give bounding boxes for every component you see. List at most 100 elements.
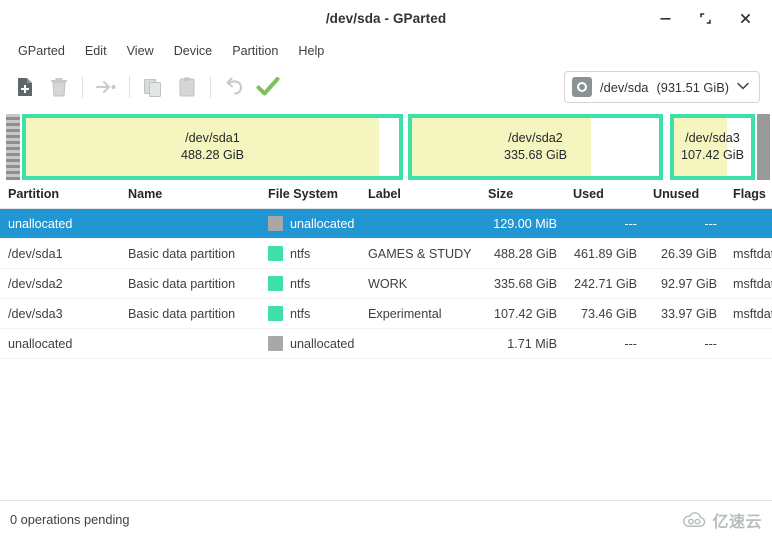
- resize-move-button[interactable]: [89, 70, 123, 104]
- cell-size: 107.42 GiB: [480, 298, 565, 329]
- partition-label-name: /dev/sda2: [508, 131, 563, 145]
- partition-label-size: 488.28 GiB: [180, 148, 244, 162]
- column-header-size[interactable]: Size: [480, 182, 565, 209]
- cell-name: Basic data partition: [120, 268, 260, 299]
- table-row[interactable]: unallocated unallocated 129.00 MiB --- ---: [0, 208, 772, 239]
- new-partition-button[interactable]: [8, 70, 42, 104]
- menu-help[interactable]: Help: [288, 41, 334, 61]
- cell-unused: ---: [645, 328, 725, 359]
- partition-label: /dev/sda1 488.28 GiB: [181, 130, 244, 164]
- device-size: (931.51 GiB): [656, 79, 729, 95]
- cell-used: 461.89 GiB: [565, 238, 645, 269]
- table-row[interactable]: /dev/sda2 Basic data partition ntfs WORK 335…: [0, 268, 772, 299]
- filesystem-cell: ntfs: [268, 276, 352, 291]
- unallocated-right[interactable]: [757, 114, 770, 180]
- partition-table-container: Partition Name File System Label Size Used Unu…: [0, 182, 772, 500]
- paste-button[interactable]: [170, 70, 204, 104]
- filesystem-name: ntfs: [290, 306, 311, 321]
- cell-label: [360, 208, 480, 239]
- menu-edit[interactable]: Edit: [75, 41, 117, 61]
- cell-unused: 26.39 GiB: [645, 238, 725, 269]
- table-row[interactable]: /dev/sda3 Basic data partition ntfs Experim…: [0, 298, 772, 329]
- partition-table: Partition Name File System Label Size Used Unu…: [0, 182, 772, 359]
- new-document-icon: [18, 78, 32, 96]
- cell-used: ---: [565, 208, 645, 239]
- partition-sda3[interactable]: /dev/sda3 107.42 GiB: [670, 114, 755, 180]
- minimize-icon[interactable]: [654, 8, 676, 30]
- filesystem-name: ntfs: [290, 276, 311, 291]
- cell-size: 1.71 MiB: [480, 328, 565, 359]
- filesystem-name: unallocated: [290, 216, 355, 231]
- toolbar-separator-2: [129, 76, 130, 98]
- cell-label: [360, 328, 480, 359]
- filesystem-name: unallocated: [290, 336, 355, 351]
- toolbar-separator-3: [210, 76, 211, 98]
- filesystem-name: ntfs: [290, 246, 311, 261]
- cell-flags: msftdata: [725, 238, 772, 269]
- column-header-partition[interactable]: Partition: [0, 182, 120, 209]
- cell-label: WORK: [360, 268, 480, 299]
- table-body: unallocated unallocated 129.00 MiB --- ---/d…: [0, 208, 772, 359]
- filesystem-cell: unallocated: [268, 336, 355, 351]
- watermark: 亿速云: [681, 508, 762, 532]
- column-header-unused[interactable]: Unused: [645, 182, 725, 209]
- menu-bar: GParted Edit View Device Partition Help: [0, 38, 772, 64]
- filesystem-color-swatch: [268, 246, 283, 261]
- watermark-text: 亿速云: [712, 514, 762, 531]
- cell-size: 488.28 GiB: [480, 238, 565, 269]
- filesystem-cell: unallocated: [268, 216, 355, 231]
- table-row[interactable]: /dev/sda1 Basic data partition ntfs GAMES &…: [0, 238, 772, 269]
- table-row[interactable]: unallocated unallocated 1.71 MiB --- ---: [0, 328, 772, 359]
- window-controls: [654, 8, 772, 30]
- column-header-flags[interactable]: Flags: [725, 182, 772, 209]
- cell-used: 73.46 GiB: [565, 298, 645, 329]
- cell-partition: unallocated: [0, 328, 120, 359]
- cell-size: 129.00 MiB: [480, 208, 565, 239]
- cell-unused: ---: [645, 208, 725, 239]
- paste-icon: [179, 77, 195, 97]
- undo-arrow-icon: [226, 77, 243, 95]
- menu-device[interactable]: Device: [164, 41, 223, 61]
- cell-name: Basic data partition: [120, 298, 260, 329]
- cell-name: Basic data partition: [120, 238, 260, 269]
- device-selector[interactable]: /dev/sda (931.51 GiB): [564, 71, 760, 103]
- filesystem-color-swatch: [268, 336, 283, 351]
- menu-gparted[interactable]: GParted: [8, 41, 75, 61]
- toolbar: /dev/sda (931.51 GiB): [0, 64, 772, 110]
- maximize-icon[interactable]: [694, 8, 716, 30]
- cell-flags: [725, 328, 772, 359]
- cell-used: ---: [565, 328, 645, 359]
- unallocated-left[interactable]: [6, 114, 20, 180]
- column-header-used[interactable]: Used: [565, 182, 645, 209]
- menu-partition[interactable]: Partition: [222, 41, 288, 61]
- partition-sda1[interactable]: /dev/sda1 488.28 GiB: [22, 114, 403, 180]
- column-header-filesystem[interactable]: File System: [260, 182, 360, 209]
- delete-partition-button[interactable]: [42, 70, 76, 104]
- filesystem-color-swatch: [268, 276, 283, 291]
- partition-label: /dev/sda3 107.42 GiB: [681, 130, 744, 164]
- partition-label-name: /dev/sda3: [685, 131, 740, 145]
- partition-sda2[interactable]: /dev/sda2 335.68 GiB: [408, 114, 663, 180]
- partition-label: /dev/sda2 335.68 GiB: [504, 130, 567, 164]
- undo-button[interactable]: [217, 70, 251, 104]
- close-icon[interactable]: [734, 8, 756, 30]
- cell-flags: msftdata: [725, 268, 772, 299]
- title-bar: /dev/sda - GParted: [0, 0, 772, 38]
- cell-filesystem: ntfs: [260, 268, 360, 299]
- arrow-to-dot-icon: [95, 80, 116, 94]
- filesystem-color-swatch: [268, 216, 283, 231]
- cell-partition: unallocated: [0, 208, 120, 239]
- cell-partition: /dev/sda1: [0, 238, 120, 269]
- cell-unused: 92.97 GiB: [645, 268, 725, 299]
- column-header-label[interactable]: Label: [360, 182, 480, 209]
- cell-filesystem: ntfs: [260, 238, 360, 269]
- copy-button[interactable]: [136, 70, 170, 104]
- cell-filesystem: unallocated: [260, 208, 360, 239]
- menu-view[interactable]: View: [117, 41, 164, 61]
- status-bar: 0 operations pending 亿速云: [0, 500, 772, 538]
- filesystem-cell: ntfs: [268, 246, 352, 261]
- cell-unused: 33.97 GiB: [645, 298, 725, 329]
- cell-name: [120, 328, 260, 359]
- column-header-name[interactable]: Name: [120, 182, 260, 209]
- apply-button[interactable]: [251, 70, 285, 104]
